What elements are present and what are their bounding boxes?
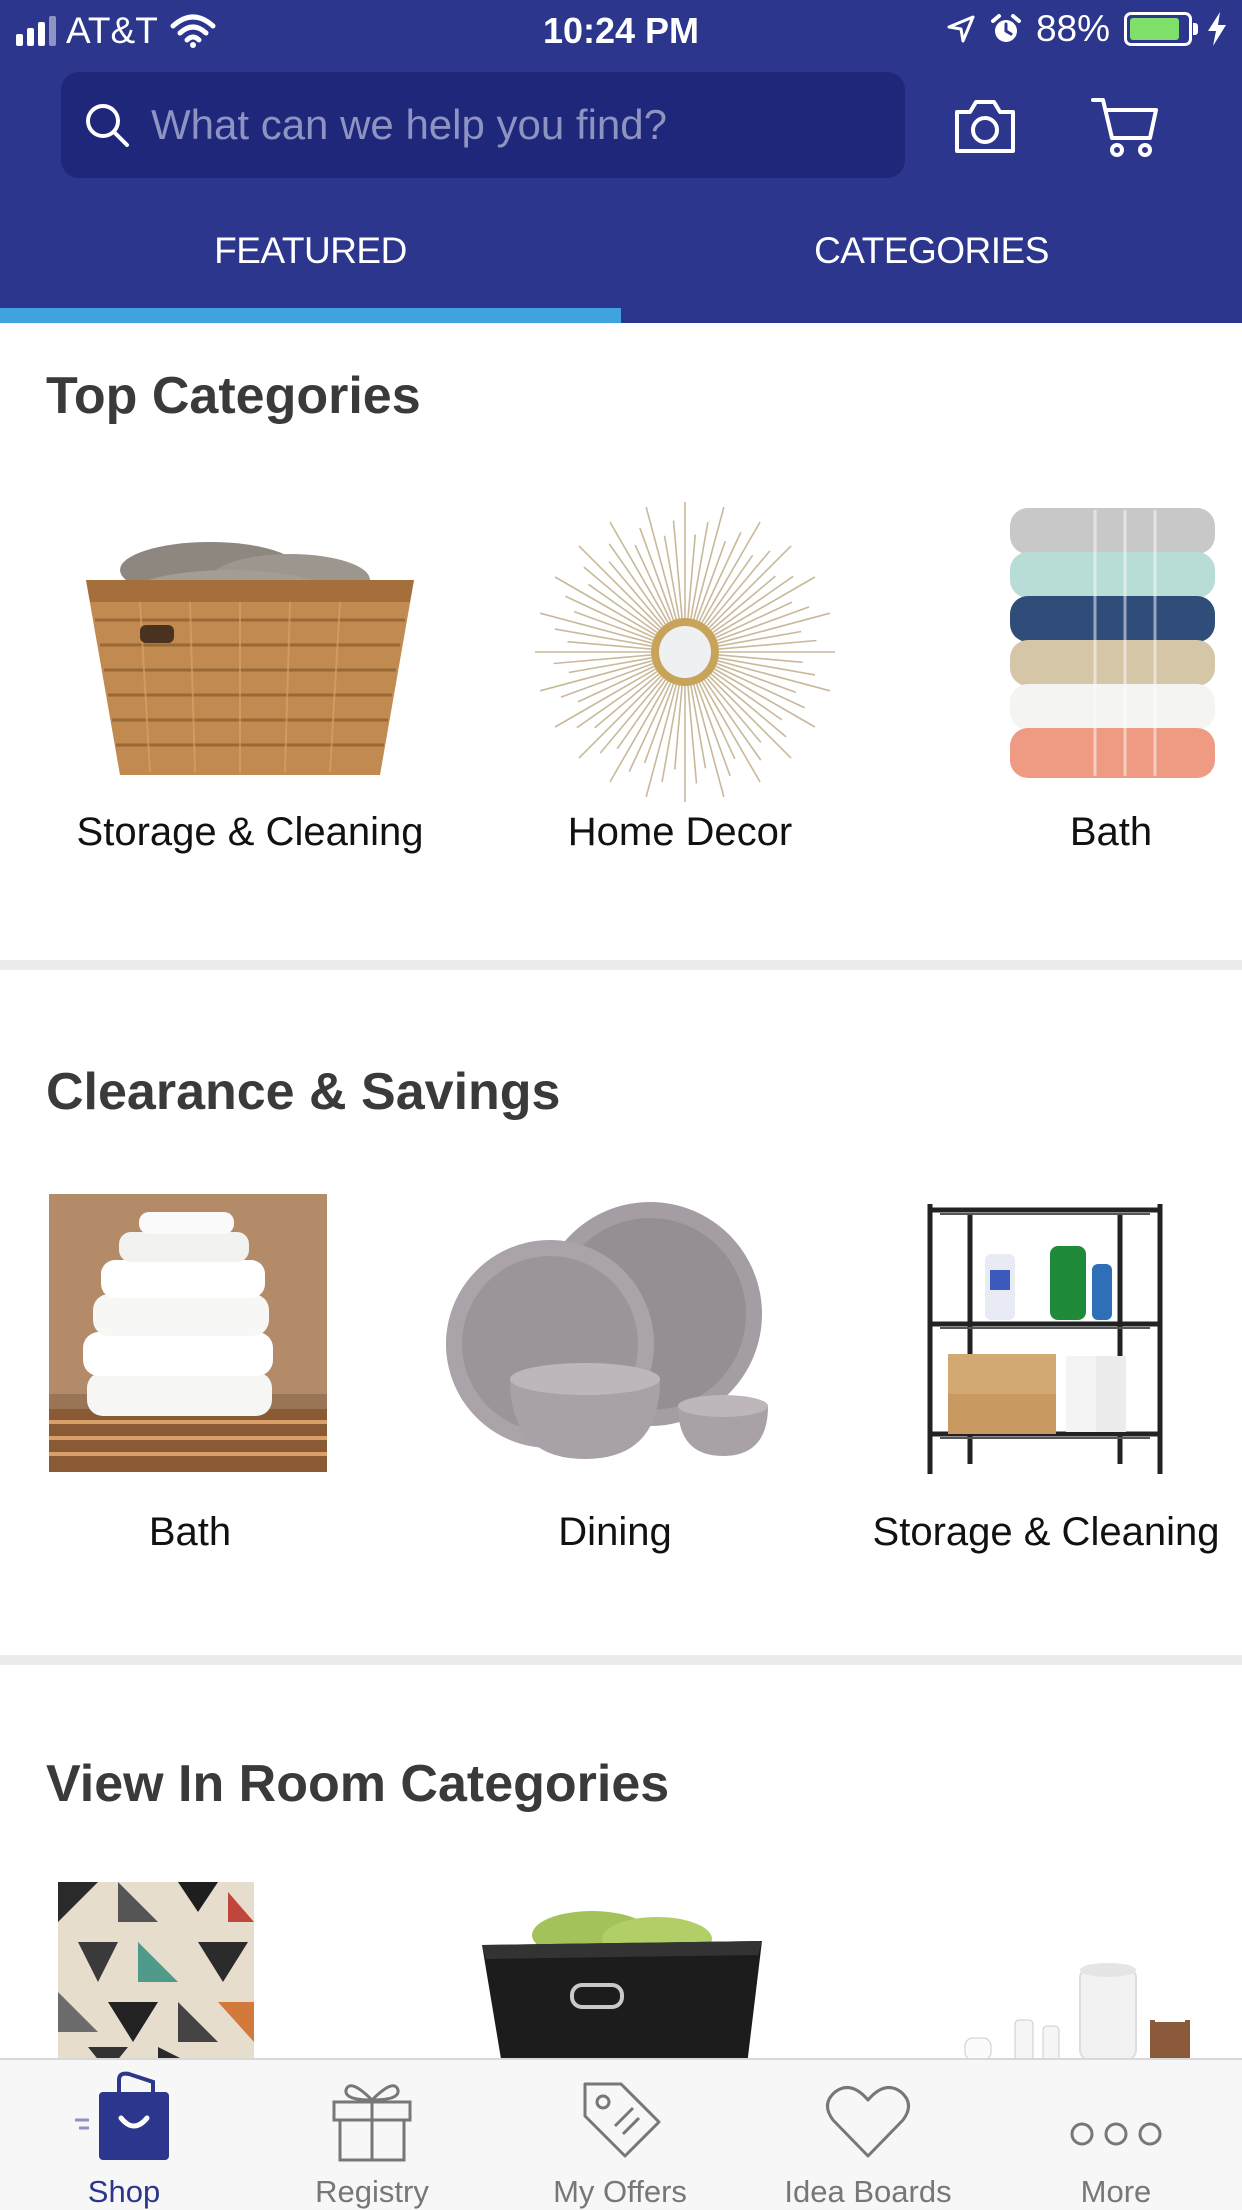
tabbar-label: Idea Boards: [784, 2174, 952, 2209]
white-towels-image: [49, 1194, 327, 1472]
clearance-label: Storage & Cleaning: [872, 1510, 1220, 1554]
bottom-tab-bar: Shop Registry My Offers Idea Boards More: [0, 2058, 1242, 2210]
battery-percent: 88%: [1035, 8, 1110, 49]
more-dots-icon: [1070, 2122, 1162, 2146]
status-right: 88%: [946, 8, 1228, 50]
section-title-top-categories: Top Categories: [46, 367, 421, 425]
tabbar-item-shop[interactable]: Shop: [0, 2060, 248, 2210]
search-input[interactable]: [149, 100, 885, 150]
section-divider: [0, 1655, 1242, 1665]
tabbar-label: Registry: [315, 2174, 429, 2209]
category-tile-bath[interactable]: Bath: [980, 480, 1242, 880]
room-tile-storage-bin[interactable]: [482, 1905, 762, 2058]
tab-categories[interactable]: CATEGORIES: [621, 230, 1242, 272]
shopping-bag-icon: [75, 2071, 169, 2160]
camera-icon[interactable]: [952, 96, 1018, 156]
search-bar[interactable]: [61, 72, 905, 178]
tab-featured[interactable]: FEATURED: [0, 230, 621, 272]
location-arrow-icon: [947, 15, 975, 43]
section-title-view-in-room: View In Room Categories: [46, 1755, 670, 1813]
status-bar: AT&T 10:24 PM 88%: [0, 0, 1242, 62]
tabbar-item-my-offers[interactable]: My Offers: [496, 2060, 744, 2210]
clearance-tile-storage-cleaning[interactable]: Storage & Cleaning: [850, 1190, 1242, 1560]
tabbar-item-registry[interactable]: Registry: [248, 2060, 496, 2210]
category-label: Bath: [1069, 810, 1153, 854]
cart-icon[interactable]: [1090, 94, 1160, 160]
wire-shelf-image: [927, 1204, 1163, 1474]
room-tile-bath-accessories[interactable]: [955, 1960, 1205, 2058]
tabbar-label: More: [1080, 2174, 1152, 2209]
clearance-tile-bath[interactable]: Bath: [30, 1190, 350, 1560]
gift-icon: [332, 2084, 412, 2162]
towel-stack-image: [1010, 508, 1215, 778]
app-header: AT&T 10:24 PM 88% What can we help you f…: [0, 0, 1242, 323]
storage-bin-image: [482, 1911, 762, 2058]
charging-bolt-icon: [1208, 12, 1226, 46]
tabbar-item-more[interactable]: More: [992, 2060, 1240, 2210]
bath-accessories-image: [964, 1963, 1190, 2058]
clearance-label: Bath: [148, 1510, 232, 1554]
heart-icon: [826, 2086, 910, 2158]
section-title-clearance: Clearance & Savings: [46, 1063, 561, 1121]
category-tile-storage-cleaning[interactable]: Storage & Cleaning: [40, 480, 460, 880]
sunburst-mirror-image: [535, 502, 835, 802]
category-label: Storage & Cleaning: [76, 810, 424, 854]
battery-icon: [1124, 12, 1198, 46]
section-divider: [0, 960, 1242, 970]
category-tile-home-decor[interactable]: Home Decor: [470, 480, 890, 880]
category-label: Home Decor: [567, 810, 793, 854]
active-tab-indicator: [0, 308, 621, 323]
clearance-label: Dining: [558, 1510, 672, 1554]
alarm-icon: [990, 14, 1021, 42]
basket-image: [86, 542, 414, 775]
tabbar-label: Shop: [87, 2174, 161, 2209]
search-icon: [86, 104, 129, 147]
room-tile-rug[interactable]: [58, 1882, 254, 2058]
tag-icon: [583, 2082, 661, 2158]
geometric-rug-image: [58, 1882, 254, 2058]
dinnerware-image: [446, 1202, 768, 1459]
clearance-tile-dining[interactable]: Dining: [430, 1190, 800, 1560]
tabbar-label: My Offers: [553, 2174, 687, 2209]
tabbar-item-idea-boards[interactable]: Idea Boards: [744, 2060, 992, 2210]
